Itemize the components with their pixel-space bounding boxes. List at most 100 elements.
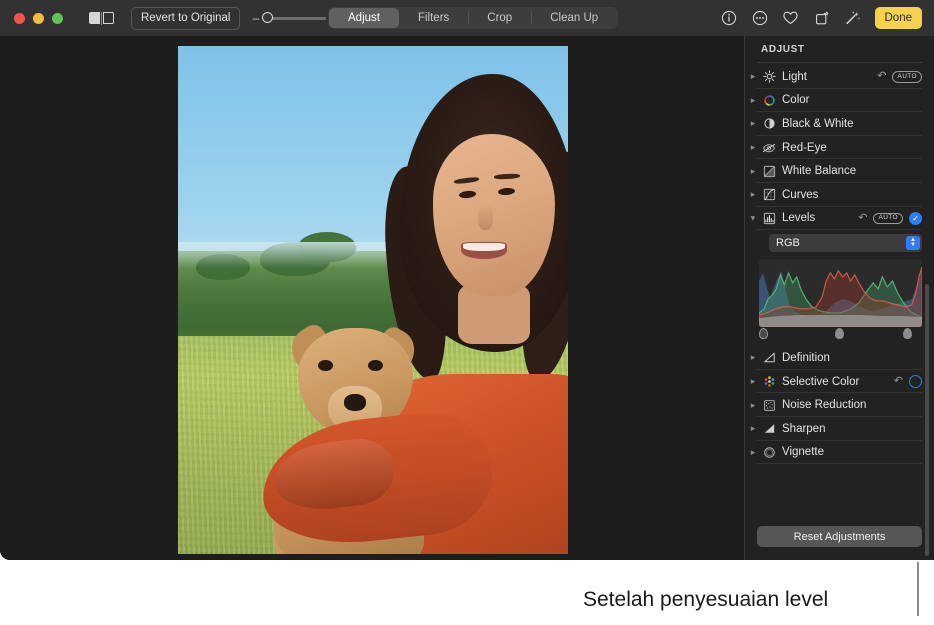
chevron-right-icon[interactable]: ▸: [745, 424, 761, 433]
reset-adjustments-button[interactable]: Reset Adjustments: [757, 526, 922, 547]
chevron-down-icon[interactable]: ▸: [749, 210, 758, 226]
chevron-right-icon[interactable]: ▸: [745, 401, 761, 410]
adjustment-label: Noise Reduction: [782, 399, 934, 411]
photo-canvas[interactable]: [0, 36, 744, 560]
levels-black-point-handle[interactable]: [759, 328, 768, 339]
revert-icon[interactable]: ↶: [877, 71, 886, 82]
chevron-right-icon[interactable]: ▸: [745, 72, 761, 81]
chevron-right-icon[interactable]: ▸: [745, 448, 761, 457]
selective-color-icon: [761, 374, 777, 390]
chevron-updown-icon[interactable]: ▲ ▼: [906, 236, 920, 250]
zoom-slider-control[interactable]: – +: [252, 12, 338, 24]
edited-photo[interactable]: [178, 46, 568, 554]
adjustment-label: Curves: [782, 189, 934, 201]
zoom-slider-track[interactable]: [264, 17, 326, 20]
enhance-wand-icon[interactable]: [844, 9, 862, 27]
zoom-slider-knob[interactable]: [262, 12, 273, 23]
tab-crop-label: Crop: [487, 12, 512, 24]
chevron-right-icon[interactable]: ▸: [745, 167, 761, 176]
curves-icon: [761, 187, 777, 203]
chevron-down-glyph: ▼: [910, 243, 916, 248]
adjustment-label: Vignette: [782, 446, 934, 458]
selective-color-checkbox[interactable]: [909, 375, 922, 388]
chevron-right-icon[interactable]: ▸: [745, 377, 761, 386]
adjustment-row-color[interactable]: ▸ Color: [745, 89, 934, 113]
photo-subject-face: [433, 134, 555, 296]
adjustment-label: Definition: [782, 352, 934, 364]
photo-dog-eye-right: [368, 360, 383, 371]
chevron-right-icon[interactable]: ▸: [745, 190, 761, 199]
tab-filters[interactable]: Filters: [399, 8, 468, 28]
tab-clean-up-label: Clean Up: [550, 12, 598, 24]
panel-scrollbar[interactable]: [925, 284, 929, 556]
tab-filters-label: Filters: [418, 12, 449, 24]
red-eye-icon: [761, 140, 777, 156]
adjustment-controls: ↶ AUTO ✓: [858, 212, 922, 225]
minimize-window-button[interactable]: [33, 13, 44, 24]
photo-dog-nose: [344, 394, 366, 411]
screenshot-root: Revert to Original – + Adjust Filters Cr…: [0, 0, 934, 625]
zoom-window-button[interactable]: [52, 13, 63, 24]
levels-channel-value: RGB: [776, 237, 800, 249]
adjustment-row-levels[interactable]: ▸ Levels ↶ AUTO ✓: [745, 207, 934, 231]
adjustment-row-white-balance[interactable]: ▸ White Balance: [745, 159, 934, 183]
info-icon[interactable]: [720, 9, 738, 27]
definition-icon: [761, 350, 777, 366]
traffic-light-controls: [14, 13, 63, 24]
levels-midpoint-handle[interactable]: [835, 328, 844, 339]
split-view-icon[interactable]: [89, 12, 114, 25]
split-view-right-pane-icon: [103, 12, 114, 24]
chevron-right-icon[interactable]: ▸: [745, 119, 761, 128]
rotate-icon[interactable]: [813, 9, 831, 27]
window-toolbar: Revert to Original – + Adjust Filters Cr…: [0, 0, 934, 36]
zoom-out-icon[interactable]: –: [252, 12, 259, 24]
levels-channel-select[interactable]: RGB ▲ ▼: [769, 234, 922, 252]
adjust-panel-divider: [757, 62, 922, 63]
brightness-sun-icon: [761, 69, 777, 85]
revert-to-original-button[interactable]: Revert to Original: [131, 7, 240, 30]
adjustment-row-sharpen[interactable]: ▸ Sharpen: [745, 417, 934, 441]
adjustment-row-selective-color[interactable]: ▸ Selective Color ↶: [745, 370, 934, 394]
noise-reduction-icon: [761, 397, 777, 413]
adjustment-row-light[interactable]: ▸ Light ↶ AUTO: [745, 65, 934, 89]
more-options-icon[interactable]: [751, 9, 769, 27]
revert-icon[interactable]: ↶: [894, 376, 903, 387]
tab-adjust[interactable]: Adjust: [329, 8, 399, 28]
adjust-panel-title: ADJUST: [761, 44, 805, 55]
adjustment-row-red-eye[interactable]: ▸ Red-Eye: [745, 136, 934, 160]
favorite-heart-icon[interactable]: [782, 9, 800, 27]
adjustment-list: ▸ Light ↶ AUTO ▸ Color: [745, 65, 934, 514]
chevron-right-icon[interactable]: ▸: [745, 143, 761, 152]
levels-enabled-checkbox[interactable]: ✓: [909, 212, 922, 225]
chevron-right-icon[interactable]: ▸: [745, 353, 761, 362]
revert-to-original-label: Revert to Original: [141, 12, 230, 24]
adjustment-row-vignette[interactable]: ▸ Vignette: [745, 441, 934, 465]
levels-histogram[interactable]: [759, 259, 922, 327]
reset-adjustments-label: Reset Adjustments: [794, 531, 886, 543]
levels-histogram-graph: [759, 259, 922, 327]
adjustment-row-black-and-white[interactable]: ▸ Black & White: [745, 112, 934, 136]
photo-subject-teeth: [463, 243, 505, 251]
done-button[interactable]: Done: [875, 7, 923, 29]
photo-subject-nose: [478, 204, 493, 230]
adjustment-row-curves[interactable]: ▸ Curves: [745, 183, 934, 207]
tab-clean-up[interactable]: Clean Up: [531, 8, 617, 28]
figure-caption: Setelah penyesuaian level: [583, 588, 828, 612]
adjustment-row-noise-reduction[interactable]: ▸ Noise Reduction: [745, 393, 934, 417]
levels-handles[interactable]: [759, 328, 922, 340]
close-window-button[interactable]: [14, 13, 25, 24]
white-balance-icon: [761, 163, 777, 179]
adjustment-row-definition[interactable]: ▸ Definition: [745, 346, 934, 370]
revert-icon[interactable]: ↶: [858, 213, 867, 224]
tab-adjust-label: Adjust: [348, 12, 380, 24]
auto-badge[interactable]: AUTO: [873, 213, 903, 225]
chevron-right-icon[interactable]: ▸: [745, 96, 761, 105]
adjustment-label: Red-Eye: [782, 142, 934, 154]
levels-white-point-handle[interactable]: [903, 328, 912, 339]
adjustment-controls: ↶: [894, 375, 922, 388]
auto-badge[interactable]: AUTO: [892, 71, 922, 83]
edit-mode-tabs: Adjust Filters Crop Clean Up: [328, 7, 618, 29]
tab-crop[interactable]: Crop: [468, 8, 531, 28]
done-label: Done: [885, 12, 913, 24]
adjustment-label: White Balance: [782, 165, 934, 177]
